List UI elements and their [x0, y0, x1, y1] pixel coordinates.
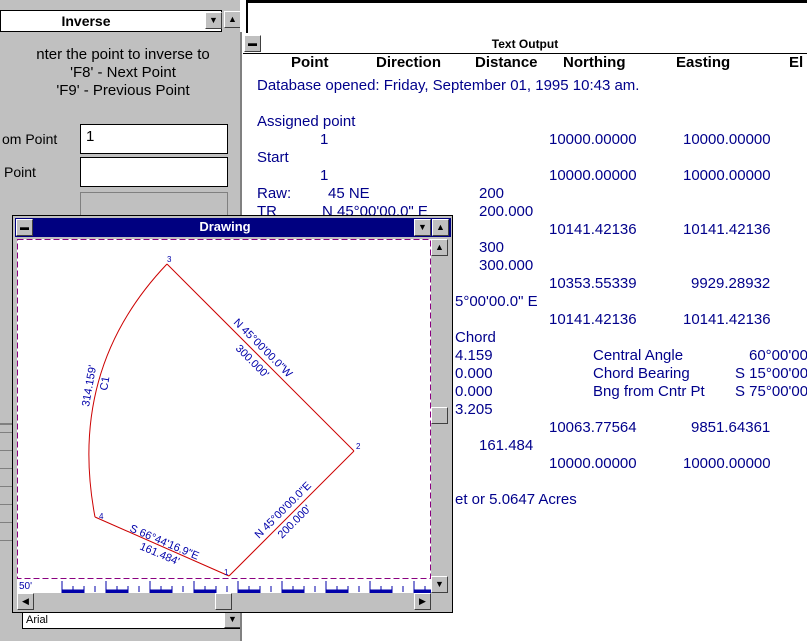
point-label: 3 — [167, 255, 172, 264]
inverse-instructions: nter the point to inverse to 'F8' - Next… — [0, 46, 246, 100]
line-2-3[interactable] — [166, 263, 355, 452]
output-curve-value: 0.000 — [455, 383, 493, 400]
output-title: Text Output — [491, 37, 559, 51]
window-border — [246, 3, 248, 33]
horizontal-scrollbar[interactable]: ◀ ▶ — [17, 593, 431, 610]
inverse-titlebar[interactable]: Inverse ▼ — [0, 10, 222, 32]
drawing-canvas[interactable]: 1 2 3 4 N 45°00'00.0"E 200.000' N 45°00'… — [17, 239, 431, 579]
output-northing: 10063.77564 — [549, 419, 637, 436]
curve-name: C1 — [98, 376, 112, 392]
curve-length: 314.159' — [80, 364, 99, 407]
col-easting: Easting — [676, 54, 731, 71]
grid-line — [0, 522, 12, 523]
output-distance: 300.000 — [479, 257, 534, 274]
output-raw-direction: 45 NE — [328, 185, 370, 202]
font-dropdown-button[interactable]: ▼ — [224, 611, 241, 628]
drawing-border — [17, 239, 431, 579]
output-curve-label: Bng from Cntr Pt — [593, 383, 705, 400]
grid-line — [0, 486, 12, 487]
output-curve-value: 0.000 — [455, 365, 493, 382]
output-northing: 10353.55339 — [549, 275, 637, 292]
maximize-button[interactable]: ▲ — [224, 11, 241, 28]
grid-line — [0, 504, 12, 505]
col-point: Point — [291, 54, 329, 71]
output-line: Start — [257, 149, 289, 166]
output-distance: 300 — [479, 239, 505, 256]
ruler-ticks — [61, 581, 437, 594]
grid-line — [0, 540, 12, 541]
output-northing: 10000.00000 — [549, 455, 637, 472]
drawing-maximize-button[interactable]: ▲ — [432, 219, 449, 236]
help-line: 'F9' - Previous Point — [56, 82, 190, 99]
point-label: 2 — [356, 442, 361, 451]
scroll-left-button[interactable]: ◀ — [17, 593, 34, 610]
col-elevation: El — [789, 54, 804, 71]
column-header: Point Direction Distance Northing Eastin… — [243, 54, 807, 72]
point-label: 1 — [224, 568, 229, 577]
drawing-minimize-button[interactable]: ▼ — [414, 219, 431, 236]
col-northing: Northing — [563, 54, 626, 71]
output-line: Assigned point — [257, 113, 356, 130]
grid-line — [0, 450, 12, 451]
output-raw-distance: 200 — [479, 185, 505, 202]
output-curve-label: Chord Bearing — [593, 365, 690, 382]
output-easting: 9851.64361 — [691, 419, 771, 436]
output-curve-label: Central Angle — [593, 347, 684, 364]
output-chord-heading: Chord — [455, 329, 496, 346]
scroll-right-button[interactable]: ▶ — [414, 593, 431, 610]
output-direction: 5°00'00.0" E — [455, 293, 538, 310]
output-curve-value2: 60°00'00 — [749, 347, 807, 364]
font-select[interactable]: Arial — [22, 611, 242, 629]
scroll-down-button[interactable]: ▼ — [431, 576, 448, 593]
minimize-button[interactable]: ▼ — [205, 12, 222, 29]
output-curve-value2: S 75°00'00 — [735, 383, 807, 400]
output-tr-distance: 200.000 — [479, 203, 534, 220]
output-northing: 10141.42136 — [549, 221, 637, 238]
grid-line — [0, 468, 12, 469]
drawing-title: Drawing — [199, 219, 251, 234]
output-easting: 10000.00000 — [683, 167, 771, 184]
output-easting: 10000.00000 — [683, 131, 771, 148]
output-curve-value2: S 15°00'00 — [735, 365, 807, 382]
col-direction: Direction — [376, 54, 442, 71]
inverse-title: Inverse — [61, 13, 111, 29]
output-easting: 10000.00000 — [683, 455, 771, 472]
window-border — [246, 0, 807, 3]
output-northing: 10000.00000 — [549, 131, 637, 148]
scroll-thumb[interactable] — [215, 593, 232, 610]
point-label: 4 — [99, 512, 104, 521]
line-1-2[interactable] — [228, 450, 355, 577]
scale-label: 50' — [19, 581, 32, 592]
output-curve-value: 3.205 — [455, 401, 493, 418]
to-point-label: Point — [4, 164, 36, 180]
output-line: Database opened: Friday, September 01, 1… — [257, 77, 640, 94]
to-point-input[interactable] — [80, 157, 228, 187]
output-raw-label: Raw: — [257, 185, 292, 202]
vertical-scrollbar[interactable]: ▲ ▼ — [431, 239, 448, 593]
output-easting: 10141.42136 — [683, 221, 771, 238]
output-curve-value: 4.159 — [455, 347, 493, 364]
scroll-thumb[interactable] — [431, 407, 448, 424]
grid-line — [0, 432, 12, 433]
col-distance: Distance — [475, 54, 538, 71]
from-point-label: om Point — [2, 131, 58, 147]
output-point: 1 — [320, 131, 329, 148]
output-northing: 10141.42136 — [549, 311, 637, 328]
output-distance: 161.484 — [479, 437, 534, 454]
scroll-up-button[interactable]: ▲ — [431, 239, 448, 256]
scale-ruler: 50' — [17, 579, 437, 594]
plat-drawing: 1 2 3 4 N 45°00'00.0"E 200.000' N 45°00'… — [17, 239, 431, 579]
output-northing: 10000.00000 — [549, 167, 637, 184]
help-line: 'F8' - Next Point — [70, 64, 176, 81]
output-easting: 9929.28932 — [691, 275, 771, 292]
output-line: et or 5.0647 Acres — [455, 491, 577, 508]
help-line: nter the point to inverse to — [36, 46, 210, 63]
from-point-input[interactable]: 1 — [80, 124, 228, 154]
output-easting: 10141.42136 — [683, 311, 771, 328]
output-point: 1 — [320, 167, 329, 184]
